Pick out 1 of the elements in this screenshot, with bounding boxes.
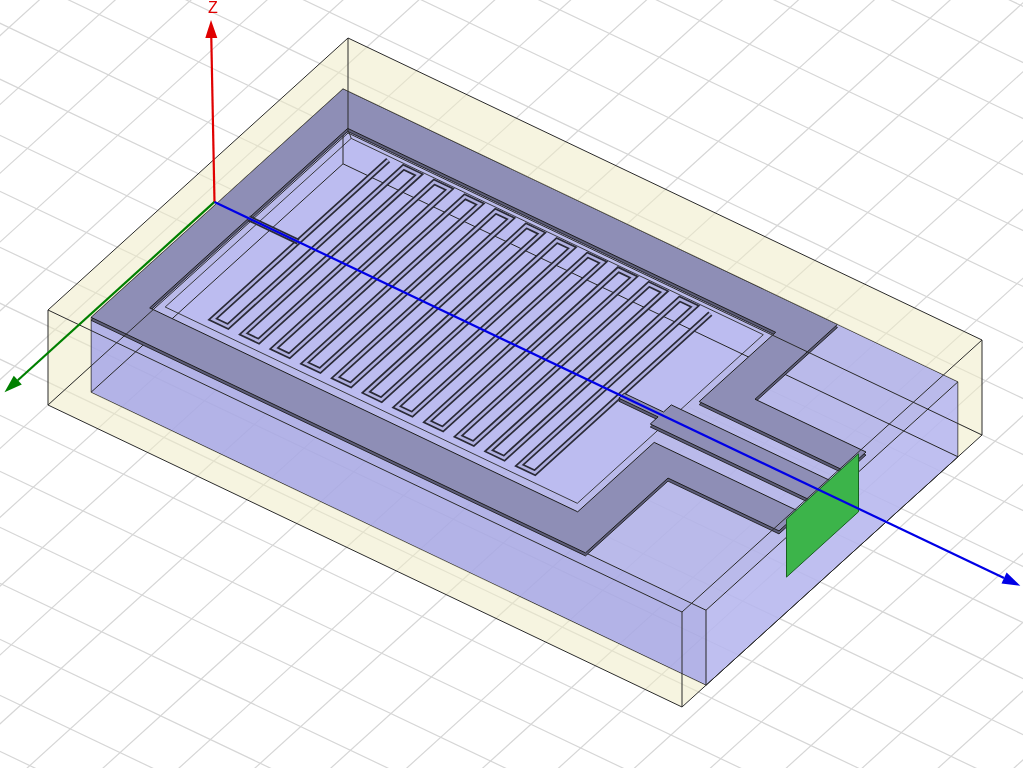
axis-label: Z: [208, 0, 218, 16]
